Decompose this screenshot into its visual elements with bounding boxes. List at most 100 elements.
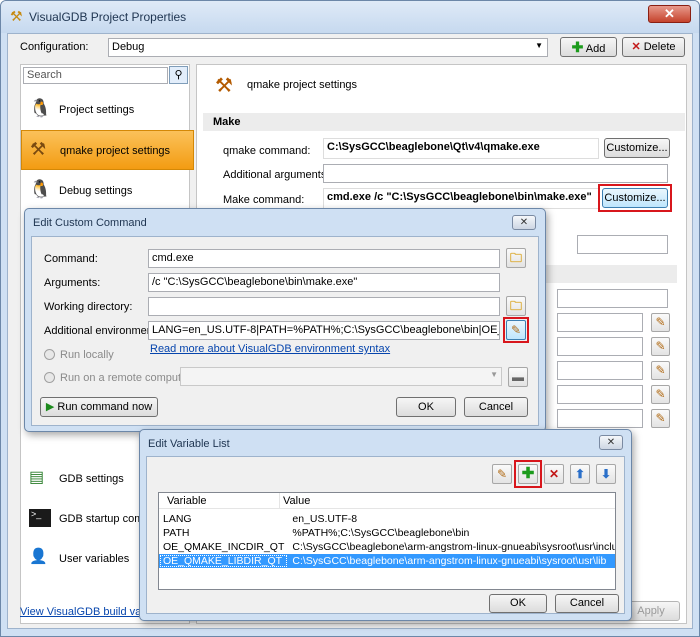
run-command-now-label: Run command now [57,401,153,413]
hidden-field[interactable] [557,409,643,428]
search-icon[interactable]: ⚲ [169,66,188,84]
delete-icon: ✕ [631,41,641,53]
add-configuration-button[interactable]: ✚ Add [560,37,617,57]
cancel-button[interactable]: Cancel [555,594,619,613]
run-command-now-button[interactable]: ▶ Run command now [40,397,158,417]
dialog-client: Command: cmd.exe 🗀 Arguments: /c "C:\Sys… [31,236,539,426]
sidebar-item-debug-settings[interactable]: 🐧 Debug settings [21,171,194,211]
variable-value-cell: C:\SysGCC\beaglebone\arm-angstrom-linux-… [292,541,616,553]
arrow-down-icon[interactable]: ⬇ [596,464,616,484]
search-input[interactable]: Search [23,67,168,84]
edit-pencil-icon[interactable]: ✎ [651,409,670,428]
folder-icon[interactable]: 🗀 [506,248,526,268]
variable-value-cell: C:\SysGCC\beaglebone\arm-angstrom-linux-… [292,555,607,567]
qmake-customize-button[interactable]: Customize... [604,138,670,158]
variable-value-cell: en_US.UTF-8 [292,513,358,525]
make-command-label: Make command: [223,194,305,206]
edit-pencil-icon[interactable]: ✎ [651,361,670,380]
edit-pencil-icon[interactable]: ✎ [506,320,526,340]
add-label: Add [585,43,606,55]
variable-value-cell: %PATH%;C:\SysGCC\beaglebone\bin [292,527,470,539]
chevron-down-icon: ▼ [535,41,543,50]
hidden-field[interactable] [557,289,668,308]
variable-list[interactable]: Variable Value LANG en_US.UTF-8 PATH %PA… [158,492,616,590]
run-remote-radio[interactable] [44,372,55,383]
column-header-value[interactable]: Value [283,495,310,507]
table-row[interactable]: PATH %PATH%;C:\SysGCC\beaglebone\bin [159,526,615,540]
additional-arguments-field[interactable] [323,164,668,183]
hidden-field[interactable] [557,313,643,332]
remote-computer-dropdown[interactable]: ▼ [180,367,502,386]
variable-name-cell: OE_QMAKE_LIBDIR_QT [159,554,288,568]
sidebar-item-label: qmake project settings [60,145,171,157]
delete-configuration-button[interactable]: ✕ Delete [622,37,685,57]
hidden-field[interactable] [557,337,643,356]
play-icon: ▶ [45,401,55,413]
cancel-button[interactable]: Cancel [464,397,528,417]
variable-name-cell: LANG [163,513,192,525]
command-input[interactable]: cmd.exe [148,249,500,268]
variable-name-cell: PATH [163,527,190,539]
hidden-field[interactable] [557,385,643,404]
sidebar-item-qmake-settings[interactable]: ⚒ qmake project settings [21,130,194,170]
sidebar-item-project-settings[interactable]: 🐧 Project settings [21,90,194,130]
remote-host-icon[interactable]: ▬ [508,367,528,387]
edit-pencil-icon[interactable]: ✎ [651,337,670,356]
edit-pencil-icon[interactable]: ✎ [651,313,670,332]
ok-button[interactable]: OK [396,397,456,417]
arrow-up-icon[interactable]: ⬆ [570,464,590,484]
make-customize-button[interactable]: Customize... [602,188,668,208]
arguments-input[interactable]: /c "C:\SysGCC\beaglebone\bin\make.exe" [148,273,500,292]
run-remote-label: Run on a remote computer: [60,372,194,384]
additional-environment-label: Additional environment: [44,325,159,337]
sidebar-item-label: Project settings [59,104,135,116]
table-row-selected[interactable]: OE_QMAKE_LIBDIR_QT C:\SysGCC\beaglebone\… [159,554,615,568]
command-label: Command: [44,253,98,265]
user-variables-icon: 👤 [29,548,48,565]
sidebar-item-label: User variables [59,553,130,565]
folder-icon[interactable]: 🗀 [506,296,526,316]
section-make: Make [203,113,685,131]
configuration-value: Debug [112,41,145,53]
variable-rows: LANG en_US.UTF-8 PATH %PATH%;C:\SysGCC\b… [159,512,615,568]
arguments-label: Arguments: [44,277,101,289]
edit-variable-list-dialog: Edit Variable List ✕ ✎ ✚ ✕ ⬆ ⬇ Variable … [139,429,632,621]
ok-button[interactable]: OK [489,594,547,613]
hammer-icon: ⚒ [215,75,233,97]
run-locally-label: Run locally [60,349,114,361]
working-directory-input[interactable] [148,297,500,316]
configuration-dropdown[interactable]: Debug ▼ [108,38,548,57]
sidebar-item-label: Debug settings [59,185,133,197]
variable-name-cell: OE_QMAKE_INCDIR_QT [163,541,285,553]
close-button[interactable]: ✕ [648,5,691,23]
close-icon[interactable]: ✕ [512,215,536,230]
dialog-title: Edit Variable List [148,438,230,450]
gdb-icon: ▤ [29,469,45,486]
make-command-field[interactable]: cmd.exe /c "C:\SysGCC\beaglebone\bin\mak… [323,188,599,209]
configuration-label: Configuration: [20,41,89,53]
qmake-command-field[interactable]: C:\SysGCC\beaglebone\Qt\v4\qmake.exe [323,138,599,159]
hidden-field[interactable] [577,235,668,254]
close-icon[interactable]: ✕ [599,435,623,450]
delete-icon[interactable]: ✕ [544,464,564,484]
penguin-icon: 🐧 [29,179,52,199]
additional-environment-input[interactable]: LANG=en_US.UTF-8|PATH=%PATH%;C:\SysGCC\b… [148,321,500,340]
sidebar-item-label: GDB settings [59,473,124,485]
run-locally-radio[interactable] [44,349,55,360]
edit-pencil-icon[interactable]: ✎ [492,464,512,484]
environment-syntax-link[interactable]: Read more about VisualGDB environment sy… [150,343,390,355]
chevron-down-icon: ▼ [490,370,498,379]
plus-icon[interactable]: ✚ [518,464,538,484]
edit-pencil-icon[interactable]: ✎ [651,385,670,404]
qmake-command-label: qmake command: [223,145,311,157]
hidden-field[interactable] [557,361,643,380]
table-row[interactable]: LANG en_US.UTF-8 [159,512,615,526]
edit-custom-command-dialog: Edit Custom Command ✕ Command: cmd.exe 🗀… [24,208,546,432]
column-divider [279,493,280,509]
penguin-icon: 🐧 [29,98,52,118]
column-header-variable[interactable]: Variable [167,495,207,507]
visualgdb-logo-icon: ⚒ [10,8,23,24]
dialog-client: ✎ ✚ ✕ ⬆ ⬇ Variable Value LANG en_US.UTF-… [146,456,625,614]
table-row[interactable]: OE_QMAKE_INCDIR_QT C:\SysGCC\beaglebone\… [159,540,616,554]
dialog-title: Edit Custom Command [33,217,147,229]
